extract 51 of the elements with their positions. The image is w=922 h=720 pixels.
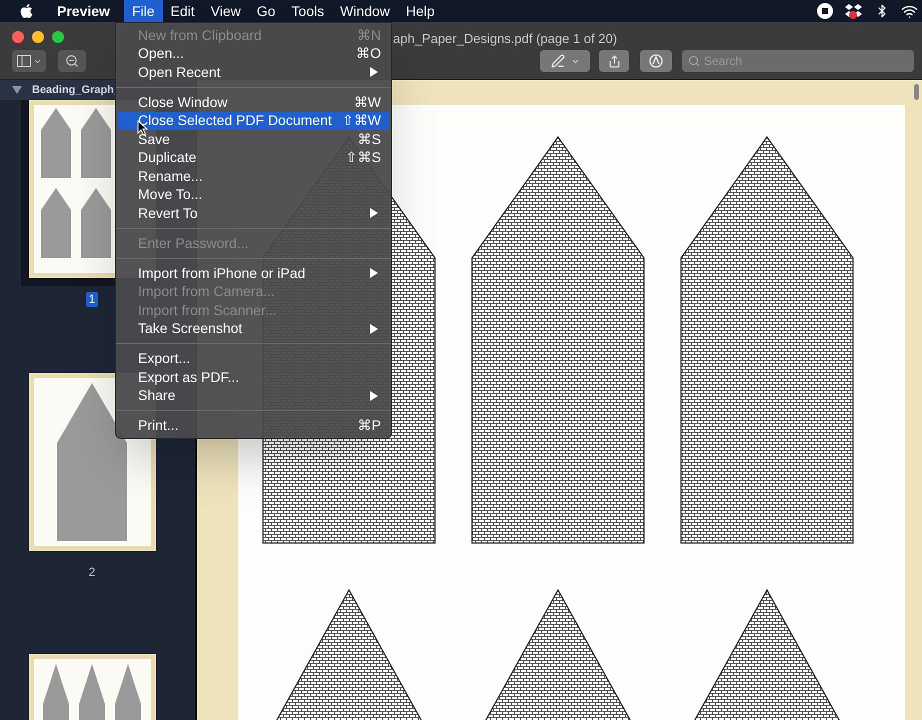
menu-item[interactable]: Open Recent [118,63,389,82]
minimize-window-control[interactable] [32,31,44,43]
menu-item[interactable]: Open... ⌘O [118,44,389,63]
share-icon [608,54,620,68]
menu-title[interactable]: View [202,0,249,22]
menu-item[interactable]: Rename... [118,167,389,186]
menu-title[interactable]: Window [332,0,398,22]
menu-title[interactable]: Edit [162,0,203,22]
submenu-arrow-icon [370,67,378,78]
submenu-arrow-icon [370,390,378,401]
sidebar-icon [16,55,30,67]
menu-item[interactable]: Duplicate ⇧⌘S [118,148,389,167]
window-title: aph_Paper_Designs.pdf (page 1 of 20) [393,30,618,48]
menu-item[interactable]: Revert To [118,204,389,222]
menu-item[interactable]: Export... [118,350,389,368]
box-cluster-icon[interactable] [845,3,863,19]
annotate-button[interactable] [640,50,672,72]
scrollbar-thumb[interactable] [914,84,919,100]
markup-pen-button[interactable] [540,50,590,72]
menu-item[interactable]: Close Selected PDF Document ⇧⌘W [118,112,389,130]
close-window-control[interactable] [12,31,24,43]
menu-item[interactable]: Share [118,386,389,405]
submenu-arrow-icon [370,324,378,334]
document-name: Beading_Graph_ [32,82,120,98]
app-name-menu[interactable]: Preview [53,0,114,22]
menu-item[interactable]: Save ⌘S [118,130,389,148]
menu-item[interactable]: Print... ⌘P [118,416,389,435]
submenu-arrow-icon [370,208,378,218]
page-thumbnail[interactable] [28,654,156,720]
page-number: 2 [88,565,96,580]
pen-icon [550,54,564,68]
zoom-window-control[interactable] [52,31,64,43]
zoom-out-icon [65,54,79,68]
apple-logo-icon[interactable] [19,3,34,19]
menu-title[interactable]: Go [248,0,284,22]
menu-title[interactable]: Tools [283,0,332,22]
submenu-arrow-icon [370,268,378,278]
page-number: 1 [86,292,98,307]
menu-item[interactable]: Export as PDF... [118,368,389,386]
menu-item[interactable]: Take Screenshot [118,320,389,338]
zoom-out-button[interactable] [58,50,86,72]
record-stop-icon[interactable] [817,3,833,19]
markup-icon [649,54,663,68]
menu-title[interactable]: Help [398,0,443,22]
sidebar-toggle-button[interactable] [12,50,46,72]
menu-item[interactable]: Import from iPhone or iPad [118,264,389,282]
menu-item[interactable]: Move To... [118,186,389,204]
menu-title[interactable]: File [124,0,162,22]
menu-item[interactable]: Close Window ⌘W [118,93,389,112]
share-button[interactable] [599,50,629,72]
search-icon [688,55,700,67]
